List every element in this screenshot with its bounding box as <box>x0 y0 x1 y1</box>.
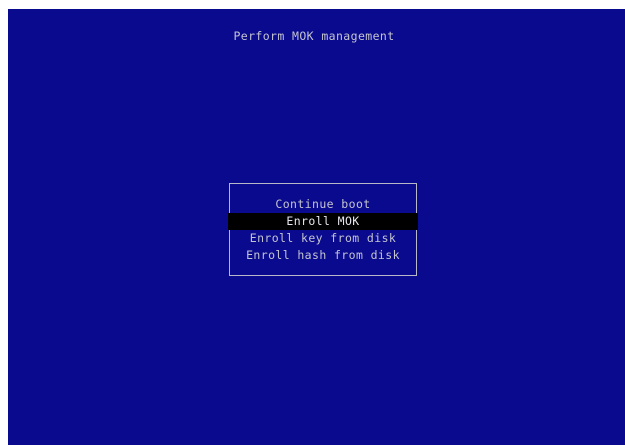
mok-manager-screen: Perform MOK management Continue boot Enr… <box>8 9 625 445</box>
mok-menu: Continue boot Enroll MOK Enroll key from… <box>228 183 418 276</box>
menu-item-enroll-mok[interactable]: Enroll MOK <box>228 213 418 230</box>
menu-item-enroll-hash-from-disk[interactable]: Enroll hash from disk <box>230 247 416 264</box>
menu-list: Continue boot Enroll MOK Enroll key from… <box>228 196 418 264</box>
menu-item-enroll-key-from-disk[interactable]: Enroll key from disk <box>230 230 416 247</box>
screen-title: Perform MOK management <box>233 29 395 43</box>
menu-item-continue-boot[interactable]: Continue boot <box>230 196 416 213</box>
